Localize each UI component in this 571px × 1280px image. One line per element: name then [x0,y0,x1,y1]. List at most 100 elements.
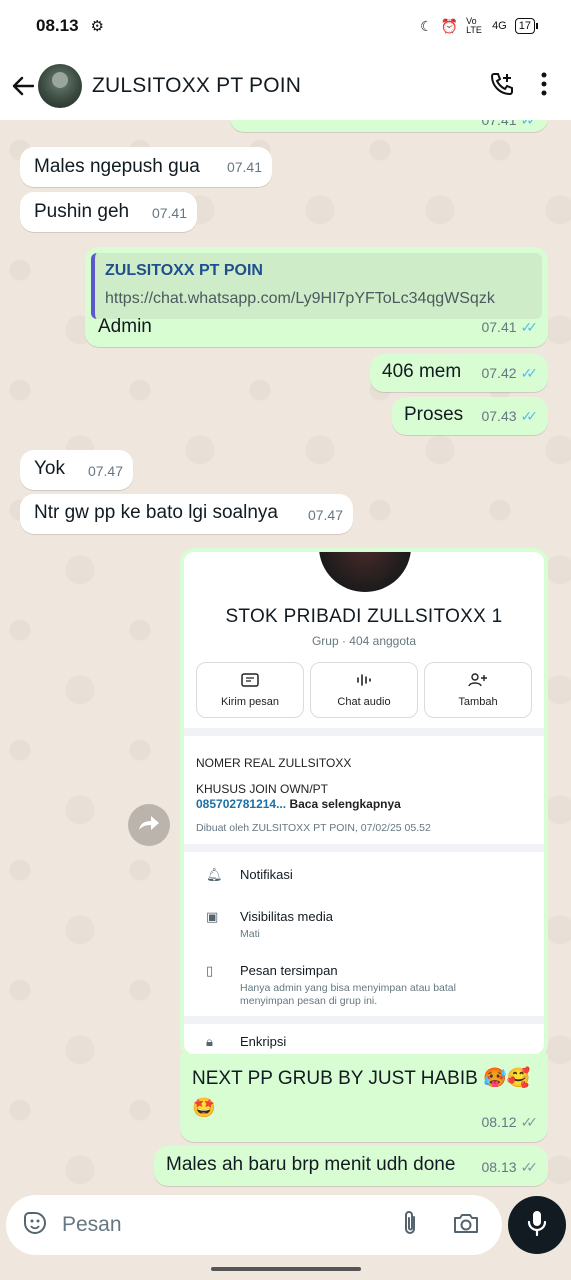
message-text: Proses [404,404,464,425]
read-ticks-icon: ✓✓ [520,365,539,381]
chat-title[interactable]: ZULSITOXX PT POIN [92,74,301,98]
status-bar: 08.13 ⚙ ☾ ⏰ Vo LTE 4G 17 [0,0,571,52]
read-more: Baca selengkapnya [289,797,401,811]
option-media-visibility: ▣ Visibilitas media Mati [206,909,500,941]
invite-link[interactable]: https://chat.whatsapp.com/Ly9HI7pYFToLc3… [105,287,532,311]
battery-icon: 17 [514,18,539,34]
option-subtitle: Hanya admin yang bisa menyimpan atau bat… [240,982,456,1007]
option-saved-messages: ▯ Pesan tersimpan Hanya admin yang bisa m… [206,963,500,1008]
message-bubble[interactable]: NEXT PP GRUB BY JUST HABIB 🥵🥰 🤩 08.12 ✓✓ [180,1054,548,1142]
attach-icon[interactable] [402,1209,418,1242]
message-time: 07.47 [87,463,123,479]
option-subtitle: Mati [240,928,260,940]
microphone-icon [527,1209,547,1242]
message-text: Yok [34,458,65,479]
message-time: 08.12 [481,1114,517,1130]
message-text: Males ngepush gua [34,156,200,177]
contact-avatar[interactable] [38,64,82,108]
message-text: Males ah baru brp menit udh done [166,1154,456,1175]
delivered-ticks-icon: ✓✓ [520,1114,539,1130]
message-time: 07.41 [481,120,517,128]
group-name: STOK PRIBADI ZULLSITOXX 1 [225,606,503,627]
message-time: 07.42 [481,365,517,381]
section-divider [184,728,544,736]
message-bubble-partial[interactable]: 07.41 ✓✓ [230,120,548,132]
created-by: Dibuat oleh ZULSITOXX PT POIN, 07/02/25 … [196,822,431,834]
message-text: Admin [98,316,152,337]
option-title: Enkripsi [240,1034,287,1049]
status-icons: ☾ ⏰ Vo LTE 4G 17 [420,16,539,35]
message-text: 406 mem [382,361,462,382]
message-icon [241,672,259,690]
section-divider [184,844,544,852]
option-notifications: 🔔︎ Notifikasi [206,867,293,883]
camera-icon[interactable] [452,1211,480,1240]
audio-wave-icon [355,673,373,690]
delivered-ticks-icon: ✓✓ [520,1159,539,1175]
volte-label: Vo LTE [466,16,482,35]
message-time: 07.41 [226,159,262,175]
message-bubble[interactable]: ZULSITOXX PT POIN https://chat.whatsapp.… [85,247,548,347]
chat-area[interactable]: 07.41 ✓✓ Males ngepush gua 07.41 Pushin g… [0,120,571,1195]
back-arrow-icon[interactable] [10,73,36,99]
message-text: Ntr gw pp ke bato lgi soalnya [34,502,278,523]
audio-chat-action: Chat audio [310,662,418,718]
forward-icon [138,815,160,836]
image-icon: ▣ [206,909,219,924]
read-ticks-icon: ✓✓ [520,120,539,128]
action-label: Kirim pesan [220,695,280,708]
message-bubble[interactable]: Ntr gw pp ke bato lgi soalnya 07.47 [20,494,353,534]
message-time: 07.41 [481,319,517,335]
phone-number: 085702781214... [196,797,287,811]
shared-screenshot-image[interactable]: STOK PRIBADI ZULLSITOXX 1 Grup · 404 ang… [180,548,548,1058]
message-time: 08.13 [481,1159,517,1175]
option-title: Visibilitas media [240,909,333,924]
sticker-icon[interactable] [22,1210,48,1241]
alarm-icon: ⏰ [440,17,459,34]
voice-record-button[interactable] [508,1196,566,1254]
option-title: Pesan tersimpan [240,963,338,978]
description-number: 085702781214... Baca selengkapnya [196,797,401,811]
group-actions: Kirim pesan Chat audio Tambah [196,662,532,718]
option-title: Notifikasi [240,867,293,882]
message-bubble[interactable]: Yok 07.47 [20,450,133,490]
message-input[interactable]: Pesan [62,1213,122,1237]
message-time: 07.41 [151,205,187,221]
group-info-screenshot: STOK PRIBADI ZULLSITOXX 1 Grup · 404 ang… [184,552,544,1054]
option-encryption: 🔒︎ Enkripsi [206,1034,286,1050]
status-time: 08.13 [36,16,79,35]
send-message-action: Kirim pesan [196,662,304,718]
add-member-action: Tambah [424,662,532,718]
message-composer[interactable]: Pesan [6,1195,502,1255]
action-label: Chat audio [337,695,391,708]
lock-icon: 🔒︎ [206,1034,213,1049]
message-time: 07.43 [481,408,517,424]
read-ticks-icon: ✓✓ [520,408,539,424]
message-bubble[interactable]: Proses 07.43 ✓✓ [392,397,548,435]
message-bubble[interactable]: 406 mem 07.42 ✓✓ [370,354,548,392]
description-title: NOMER REAL ZULLSITOXX [196,756,352,770]
forward-button[interactable] [128,804,170,846]
description-line: KHUSUS JOIN OWN/PT [196,782,329,796]
settings-gear-icon: ⚙ [90,18,104,35]
quoted-link-preview[interactable]: ZULSITOXX PT POIN https://chat.whatsapp.… [91,253,542,319]
battery-level: 17 [518,20,531,32]
read-ticks-icon: ✓✓ [520,319,539,335]
message-text: Pushin geh [34,201,130,222]
quoted-title: ZULSITOXX PT POIN [105,262,263,279]
message-bubble[interactable]: Males ngepush gua 07.41 [20,147,272,187]
bookmark-icon: ▯ [206,963,214,978]
more-options-icon[interactable] [541,72,547,101]
group-photo [319,552,411,592]
action-label: Tambah [458,695,498,708]
group-subtitle: Grup · 404 anggota [311,634,417,648]
add-call-icon[interactable] [489,71,515,102]
message-time: 07.47 [307,507,343,523]
message-bubble[interactable]: Males ah baru brp menit udh done 08.13 ✓✓ [154,1146,548,1186]
signal-label: 4G [492,20,507,32]
chat-header: ZULSITOXX PT POIN [0,52,571,120]
bell-icon: 🔔︎ [206,867,223,882]
add-person-icon [468,672,488,690]
home-gesture-handle[interactable] [211,1267,361,1271]
message-bubble[interactable]: Pushin geh 07.41 [20,192,197,232]
